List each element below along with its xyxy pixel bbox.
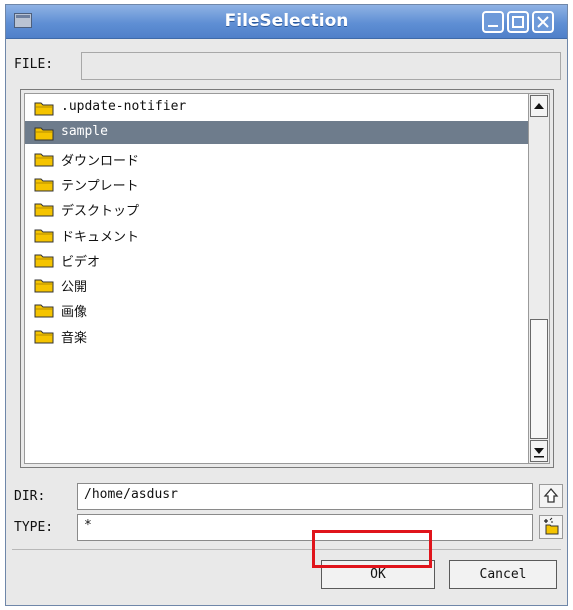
new-folder-icon	[544, 517, 559, 535]
scroll-down-button[interactable]	[530, 440, 548, 462]
folder-icon	[34, 227, 54, 247]
maximize-icon	[512, 16, 524, 28]
folder-icon	[34, 302, 54, 322]
list-scrollbar[interactable]	[528, 94, 549, 463]
folder-icon	[34, 201, 54, 221]
dir-label: DIR:	[14, 489, 46, 504]
list-item[interactable]: sample	[25, 121, 543, 145]
file-selection-window: FileSelection FILE: .update-notifier samp…	[5, 4, 568, 606]
divider	[12, 549, 561, 550]
list-item-label: .update-notifier	[61, 99, 187, 114]
list-item-label: 公開	[61, 280, 88, 296]
scroll-up-button[interactable]	[530, 95, 548, 117]
list-item[interactable]: テンプレート	[25, 172, 543, 195]
list-item[interactable]: ビデオ	[25, 248, 543, 271]
type-label: TYPE:	[14, 520, 54, 535]
dir-field[interactable]: /home/asdusr	[77, 483, 533, 510]
list-item-label: ビデオ	[61, 254, 101, 270]
list-item-label: 音楽	[61, 330, 88, 346]
title-bar[interactable]: FileSelection	[6, 5, 567, 39]
list-item-label: テンプレート	[61, 178, 139, 194]
new-folder-button[interactable]	[539, 515, 563, 539]
up-directory-icon	[543, 488, 559, 503]
ok-button-highlight	[312, 530, 432, 568]
folder-icon	[34, 100, 54, 120]
cancel-button[interactable]: Cancel	[449, 560, 557, 589]
minimize-button[interactable]	[482, 11, 504, 33]
list-item-label: sample	[61, 124, 108, 140]
list-item[interactable]: .update-notifier	[25, 96, 543, 119]
list-item[interactable]: デスクトップ	[25, 197, 543, 220]
type-field[interactable]: *	[77, 514, 533, 541]
folder-icon	[34, 176, 54, 196]
folder-icon	[34, 151, 54, 171]
list-item-label: ドキュメント	[61, 229, 140, 245]
directory-list[interactable]: .update-notifier sample ダウンロード テンプレート デスクトップ…	[24, 93, 550, 464]
list-item-label: ダウンロード	[61, 153, 140, 169]
list-item-label: 画像	[61, 305, 88, 321]
directory-list-panel: .update-notifier sample ダウンロード テンプレート デスクトップ…	[20, 89, 554, 468]
list-item[interactable]: 画像	[25, 298, 543, 321]
folder-icon	[34, 328, 54, 348]
list-item-label: デスクトップ	[61, 204, 140, 220]
scroll-thumb[interactable]	[530, 319, 548, 439]
folder-icon	[34, 252, 54, 272]
close-icon	[537, 16, 549, 28]
folder-icon	[34, 277, 54, 297]
list-item[interactable]: 音楽	[25, 324, 543, 347]
maximize-button[interactable]	[507, 11, 529, 33]
list-item[interactable]: ダウンロード	[25, 147, 543, 170]
list-item[interactable]: ドキュメント	[25, 223, 543, 246]
folder-icon	[34, 125, 54, 145]
list-item[interactable]: 公開	[25, 273, 543, 296]
up-directory-button[interactable]	[539, 484, 563, 508]
file-field[interactable]	[81, 52, 561, 80]
minimize-icon	[488, 25, 498, 27]
close-button[interactable]	[532, 11, 554, 33]
file-label: FILE:	[14, 57, 54, 72]
